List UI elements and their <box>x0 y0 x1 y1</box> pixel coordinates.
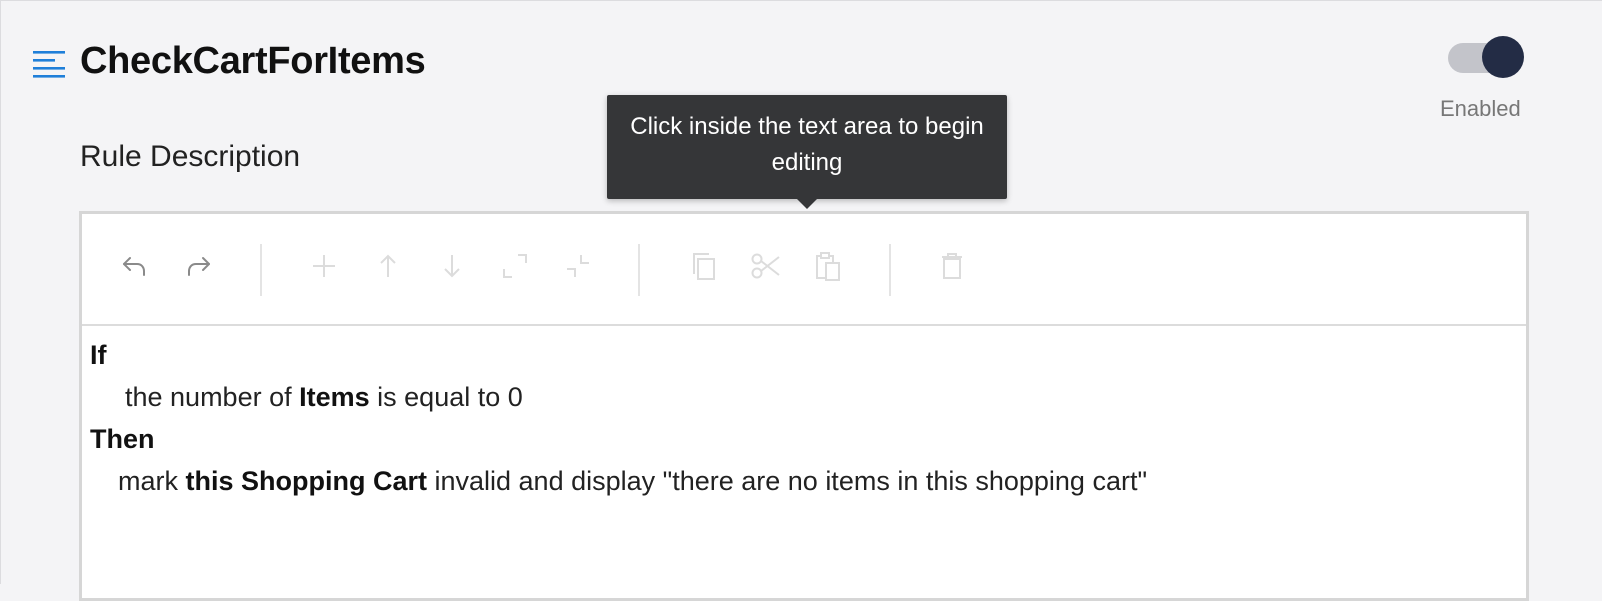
undo-button[interactable] <box>115 246 155 286</box>
expand-button[interactable] <box>495 246 535 286</box>
left-border <box>0 0 1 584</box>
page-title: CheckCartForItems <box>80 40 426 82</box>
action-term: this Shopping Cart <box>185 466 427 496</box>
editing-tooltip: Click inside the text area to begin edit… <box>607 95 1007 199</box>
redo-button[interactable] <box>178 246 218 286</box>
toolbar-separator <box>889 244 891 296</box>
condition-text: the number of <box>125 382 300 412</box>
enabled-toggle[interactable] <box>1448 36 1524 78</box>
copy-button[interactable] <box>684 246 724 286</box>
move-down-button[interactable] <box>432 246 472 286</box>
arrow-up-icon <box>380 254 396 277</box>
toggle-knob <box>1482 36 1524 78</box>
condition-line: the number of Items is equal to 0 <box>90 376 1510 418</box>
toolbar-separator <box>638 244 640 296</box>
expand-icon <box>503 254 527 278</box>
toolbar-separator <box>260 244 262 296</box>
undo-icon <box>123 257 145 276</box>
collapse-button[interactable] <box>558 246 598 286</box>
clipboard-icon <box>816 252 840 281</box>
action-text: invalid and display "there are no items … <box>426 466 1148 496</box>
trash-icon <box>942 253 962 279</box>
redo-icon <box>188 257 210 276</box>
rule-description-label: Rule Description <box>80 140 301 173</box>
toggle-label: Enabled <box>1440 96 1521 121</box>
top-border <box>0 0 1602 1</box>
condition-term: Items <box>299 382 370 412</box>
plus-icon <box>313 255 335 277</box>
editor-toolbar <box>82 214 1526 326</box>
delete-button[interactable] <box>932 246 972 286</box>
condition-text: is equal to 0 <box>369 382 523 412</box>
rule-text-area[interactable]: If the number of Items is equal to 0 The… <box>90 334 1510 502</box>
add-button[interactable] <box>304 246 344 286</box>
action-line: mark this Shopping Cart invalid and disp… <box>90 460 1510 502</box>
move-up-button[interactable] <box>368 246 408 286</box>
cut-button[interactable] <box>746 246 786 286</box>
arrow-down-icon <box>444 255 460 278</box>
if-keyword: If <box>90 340 107 370</box>
paste-button[interactable] <box>808 246 848 286</box>
rule-editor[interactable]: If the number of Items is equal to 0 The… <box>79 211 1529 601</box>
copy-icon <box>693 253 715 280</box>
collapse-icon <box>567 255 589 277</box>
scissors-icon <box>751 253 780 279</box>
action-text: mark <box>118 466 186 496</box>
tooltip-arrow <box>796 198 818 209</box>
then-keyword: Then <box>90 424 155 454</box>
hamburger-menu-icon[interactable] <box>33 48 67 78</box>
